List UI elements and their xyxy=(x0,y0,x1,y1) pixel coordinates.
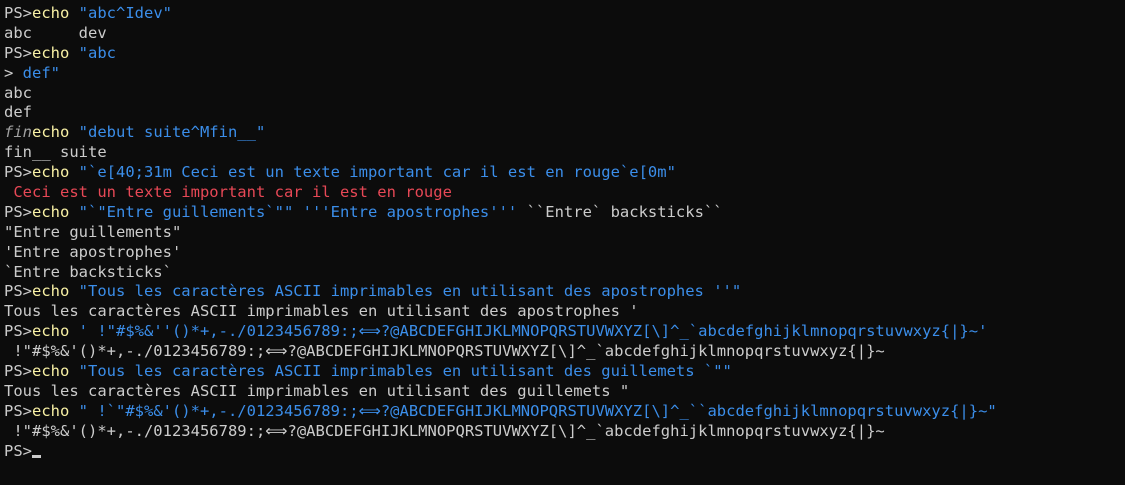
output-text: def xyxy=(4,103,32,122)
output-text: !"#$%&'()*+,-./0123456789:;⟺?@ABCDEFGHIJ… xyxy=(4,342,885,361)
terminal-line: Ceci est un texte important car il est e… xyxy=(4,183,1125,203)
command-text: echo xyxy=(32,202,70,221)
string-literal: "`"Entre guillements`"" '''Entre apostro… xyxy=(69,202,518,221)
terminal-line: PS>echo "`"Entre guillements`"" '''Entre… xyxy=(4,203,1125,223)
terminal-line: PS>echo "abc xyxy=(4,44,1125,64)
command-text: echo xyxy=(32,4,70,22)
terminal-line: !"#$%&'()*+,-./0123456789:;⟺?@ABCDEFGHIJ… xyxy=(4,422,1125,442)
terminal-line: PS>echo "Tous les caractères ASCII impri… xyxy=(4,362,1125,382)
command-text: echo xyxy=(32,282,70,301)
command-text: echo xyxy=(32,123,70,142)
string-literal: "Tous les caractères ASCII imprimables e… xyxy=(69,362,732,381)
prompt: PS> xyxy=(4,43,32,62)
output-text: `Entre backsticks` xyxy=(4,262,172,281)
string-literal: "`e[40;31m Ceci est un texte important c… xyxy=(69,163,676,182)
terminal-line: 'Entre apostrophes' xyxy=(4,243,1125,263)
terminal-line: PS>echo " !`"#$%&'()*+,-./0123456789:;⟺?… xyxy=(4,402,1125,422)
continuation-prompt: > xyxy=(4,63,23,82)
command-args: ``Entre` backsticks`` xyxy=(517,202,723,221)
prompt: PS> xyxy=(4,163,32,182)
terminal-line: PS>echo "Tous les caractères ASCII impri… xyxy=(4,282,1125,302)
prompt: PS> xyxy=(4,282,32,301)
output-text: "Entre guillements" xyxy=(4,222,182,241)
terminal-line: PS>echo ' !"#$%&''()*+,-./0123456789:;⟺?… xyxy=(4,322,1125,342)
terminal-line: "Entre guillements" xyxy=(4,223,1125,243)
prompt: PS> xyxy=(4,322,32,341)
terminal-line: > def" xyxy=(4,64,1125,84)
command-text: echo xyxy=(32,43,70,62)
prompt: PS> xyxy=(4,441,32,460)
italic-prefix: fin xyxy=(4,123,32,142)
terminal-line: Tous les caractères ASCII imprimables en… xyxy=(4,382,1125,402)
terminal-line: !"#$%&'()*+,-./0123456789:;⟺?@ABCDEFGHIJ… xyxy=(4,342,1125,362)
prompt: PS> xyxy=(4,4,32,22)
prompt: PS> xyxy=(4,362,32,381)
colored-output-text: Ceci est un texte important car il est e… xyxy=(4,183,452,202)
string-literal: ' !"#$%&''()*+,-./0123456789:;⟺?@ABCDEFG… xyxy=(69,322,988,341)
command-text: echo xyxy=(32,362,70,381)
output-text: 'Entre apostrophes' xyxy=(4,242,182,261)
text-cursor[interactable] xyxy=(32,454,41,458)
string-literal: " !`"#$%&'()*+,-./0123456789:;⟺?@ABCDEFG… xyxy=(69,401,997,420)
output-text: fin__ suite xyxy=(4,143,107,162)
string-literal: "abc xyxy=(69,43,116,62)
prompt: PS> xyxy=(4,202,32,221)
terminal-line: fin__ suite xyxy=(4,143,1125,163)
output-text: abc xyxy=(4,83,32,102)
terminal-line: Tous les caractères ASCII imprimables en… xyxy=(4,302,1125,322)
terminal-line: PS> xyxy=(4,442,1125,462)
command-text: echo xyxy=(32,163,70,182)
terminal-line: finecho "debut suite^Mfin__" xyxy=(4,123,1125,143)
output-text: !"#$%&'()*+,-./0123456789:;⟺?@ABCDEFGHIJ… xyxy=(4,421,885,440)
command-text: echo xyxy=(32,401,70,420)
terminal-line: PS>echo "`e[40;31m Ceci est un texte imp… xyxy=(4,163,1125,183)
prompt: PS> xyxy=(4,401,32,420)
output-text: Tous les caractères ASCII imprimables en… xyxy=(4,302,639,321)
terminal-line: `Entre backsticks` xyxy=(4,263,1125,283)
output-text: abc dev xyxy=(4,23,107,42)
output-text: Tous les caractères ASCII imprimables en… xyxy=(4,381,630,400)
string-literal: def" xyxy=(22,63,60,82)
string-literal: "debut suite^Mfin__" xyxy=(69,123,266,142)
string-literal: "abc^Idev" xyxy=(69,4,172,22)
terminal-line: def xyxy=(4,103,1125,123)
terminal-line: abc xyxy=(4,84,1125,104)
command-text: echo xyxy=(32,322,70,341)
string-literal: "Tous les caractères ASCII imprimables e… xyxy=(69,282,742,301)
terminal-line: abc dev xyxy=(4,24,1125,44)
terminal-window[interactable]: PS>echo "abc^Idev" abc dev PS>echo "abc > d… xyxy=(0,0,1125,485)
terminal-line: PS>echo "abc^Idev" xyxy=(4,4,1125,24)
